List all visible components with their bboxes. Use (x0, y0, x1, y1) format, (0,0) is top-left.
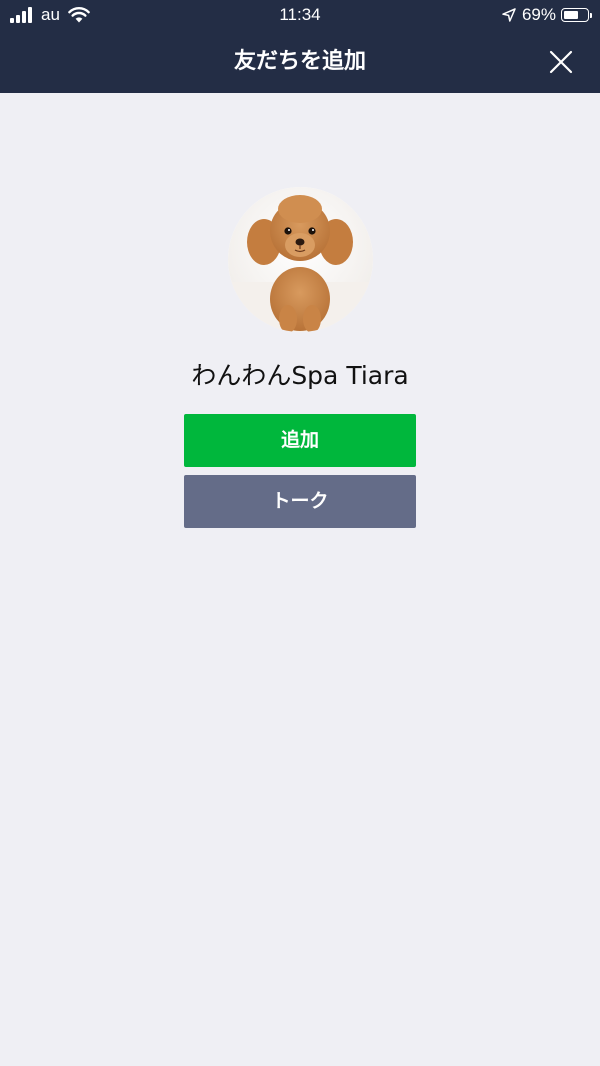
close-icon[interactable] (548, 49, 574, 75)
talk-button[interactable]: トーク (184, 475, 416, 528)
page-title: 友だちを追加 (233, 49, 366, 74)
add-friend-button[interactable]: 追加 (184, 414, 416, 467)
poodle-avatar (228, 187, 373, 332)
nav-bar: 友だちを追加 (0, 30, 600, 93)
battery-percent: 69% (521, 5, 556, 24)
profile-name: わんわんSpa Tiara (191, 361, 409, 390)
battery-icon (561, 8, 589, 22)
location-arrow-icon (502, 8, 516, 22)
poodle-image (228, 187, 373, 332)
battery-tip (590, 12, 592, 18)
status-right: 69% (502, 4, 592, 26)
battery-level (564, 11, 578, 19)
status-bar: au 11:34 69% (0, 0, 600, 30)
